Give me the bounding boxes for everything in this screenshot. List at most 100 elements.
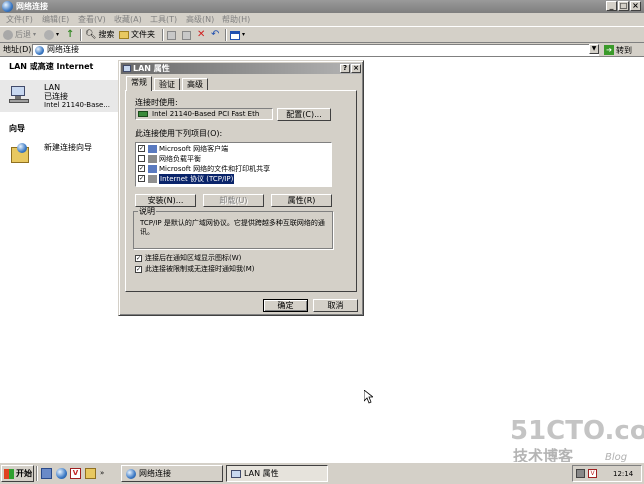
explorer-folder-icon[interactable]	[85, 468, 96, 479]
configure-button[interactable]: 配置(C)...	[277, 108, 331, 121]
network-adapter-icon	[123, 65, 131, 72]
search-button[interactable]: 🔍︎ 搜索	[85, 29, 114, 41]
dialog-close-button[interactable]: ×	[351, 64, 361, 73]
connection-device: Intel 21140-Base...	[44, 101, 110, 109]
description-text: TCP/IP 是默认的广域网协议。它提供跨越多种互联网络的通讯。	[140, 219, 325, 236]
menu-favorites[interactable]: 收藏(A)	[114, 14, 142, 25]
task-lan-properties[interactable]: LAN 属性	[226, 465, 328, 482]
menu-file[interactable]: 文件(F)	[6, 14, 33, 25]
description-label: 说明	[138, 207, 156, 216]
watermark-domain: 51CTO.com	[510, 416, 644, 446]
description-group: 说明 TCP/IP 是默认的广域网协议。它提供跨越多种互联网络的通讯。	[133, 207, 333, 249]
task-label: LAN 属性	[244, 469, 279, 478]
start-label: 开始	[16, 469, 32, 478]
copy-to-icon	[182, 30, 191, 40]
list-item[interactable]: ✓ Microsoft 网络的文件和打印机共享	[136, 164, 331, 174]
install-button[interactable]: 安装(N)...	[135, 194, 196, 207]
minimize-button[interactable]: _	[606, 1, 617, 11]
menu-view[interactable]: 查看(V)	[78, 14, 106, 25]
move-to-button[interactable]	[167, 29, 176, 41]
show-desktop-icon[interactable]	[41, 468, 52, 479]
chevron-down-icon: ▼	[591, 45, 597, 52]
connection-name: LAN	[44, 83, 61, 92]
back-label: 后退	[15, 30, 31, 39]
vc-app-icon[interactable]: V	[70, 468, 81, 479]
forward-arrow-icon	[44, 30, 54, 40]
toolbar: 后退 ▾ ▾ ↑ 🔍︎ 搜索 文件夹 ✕ ↶ ▾	[0, 26, 644, 43]
network-globe-icon	[35, 46, 44, 55]
component-checkbox[interactable]	[138, 155, 145, 162]
window-title-bar[interactable]: 网络连接 _ □ ×	[0, 0, 644, 13]
component-list[interactable]: ✓ Microsoft 网络客户端 网络负载平衡 ✓ Microsoft 网络的…	[135, 142, 332, 187]
forward-button[interactable]: ▾	[44, 29, 59, 41]
up-folder-button[interactable]: ↑	[66, 29, 74, 41]
task-network-connections[interactable]: 网络连接	[121, 465, 223, 482]
list-item[interactable]: ✓ Internet 协议 (TCP/IP)	[136, 174, 331, 184]
component-label: Internet 协议 (TCP/IP)	[159, 174, 235, 184]
tab-advanced[interactable]: 高级	[182, 78, 208, 90]
connect-using-label: 连接时使用:	[135, 98, 178, 107]
maximize-button[interactable]: □	[618, 1, 629, 11]
menu-help[interactable]: 帮助(H)	[222, 14, 250, 25]
search-icon: 🔍︎	[85, 30, 97, 40]
toolbar-separator	[80, 29, 82, 41]
ok-button[interactable]: 确定	[263, 299, 308, 312]
section-lan-heading: LAN 或高速 Internet	[9, 62, 94, 71]
notify-checkbox[interactable]: ✓	[135, 266, 142, 273]
address-input[interactable]: 网络连接	[32, 44, 599, 56]
menu-edit[interactable]: 编辑(E)	[42, 14, 69, 25]
dialog-title: LAN 属性	[133, 64, 170, 73]
go-label: 转到	[616, 45, 632, 55]
quicklaunch-expand-icon[interactable]: »	[100, 469, 104, 477]
new-connection-wizard-item[interactable]: 新建连接向导	[0, 140, 118, 172]
windows-logo-icon	[4, 468, 14, 479]
cancel-button[interactable]: 取消	[313, 299, 358, 312]
notify-label[interactable]: 此连接被限制或无连接时通知我(M)	[145, 265, 255, 274]
delete-button[interactable]: ✕	[197, 29, 205, 41]
menu-advanced[interactable]: 高级(N)	[186, 14, 214, 25]
task-label: 网络连接	[139, 469, 171, 478]
start-button[interactable]: 开始	[1, 465, 34, 482]
adapter-field: Intel 21140-Based PCI Fast Eth	[135, 108, 273, 120]
component-label: Microsoft 网络客户端	[159, 145, 229, 153]
protocol-icon	[148, 175, 157, 183]
show-icon-checkbox[interactable]: ✓	[135, 255, 142, 262]
copy-to-button[interactable]	[182, 29, 191, 41]
client-icon	[148, 145, 157, 153]
tab-general[interactable]: 常规	[126, 76, 152, 91]
menu-tools[interactable]: 工具(T)	[150, 14, 177, 25]
lan-connection-item[interactable]: LAN 已连接 Intel 21140-Base...	[0, 80, 118, 112]
connection-status: 已连接	[44, 92, 68, 101]
properties-button[interactable]: 属性(R)	[271, 194, 332, 207]
component-checkbox[interactable]: ✓	[138, 165, 145, 172]
help-button[interactable]: ?	[340, 64, 350, 73]
search-label: 搜索	[98, 30, 115, 39]
internet-explorer-icon[interactable]	[56, 468, 67, 479]
address-dropdown-button[interactable]: ▼	[589, 44, 599, 54]
list-item[interactable]: 网络负载平衡	[136, 154, 331, 164]
component-checkbox[interactable]: ✓	[138, 145, 145, 152]
delete-x-icon: ✕	[197, 29, 206, 40]
views-button[interactable]: ▾	[230, 29, 245, 41]
up-arrow-icon: ↑	[66, 29, 75, 40]
folders-button[interactable]: 文件夹	[119, 29, 155, 41]
list-item[interactable]: ✓ Microsoft 网络客户端	[136, 144, 331, 154]
go-button[interactable]: ➔ 转到	[604, 44, 632, 56]
tab-authentication[interactable]: 验证	[154, 78, 180, 90]
section-wizard-heading: 向导	[9, 124, 25, 133]
network-card-icon	[138, 111, 148, 117]
undo-icon: ↶	[211, 29, 220, 40]
component-checkbox[interactable]: ✓	[138, 175, 145, 182]
clock[interactable]: 12:14	[613, 470, 633, 479]
undo-button[interactable]: ↶	[211, 29, 219, 41]
close-button[interactable]: ×	[630, 1, 641, 11]
move-to-icon	[167, 30, 176, 40]
back-button[interactable]: 后退 ▾	[3, 29, 36, 41]
show-icon-label[interactable]: 连接后在通知区域显示图标(W)	[145, 254, 241, 263]
dialog-title-bar[interactable]: LAN 属性 ? ×	[121, 63, 361, 74]
tray-network-icon[interactable]	[576, 469, 585, 478]
component-label: Microsoft 网络的文件和打印机共享	[159, 165, 271, 173]
views-icon	[230, 30, 240, 40]
uninstall-button[interactable]: 卸载(U)	[203, 194, 264, 207]
tray-vc-icon[interactable]: V	[588, 469, 597, 478]
